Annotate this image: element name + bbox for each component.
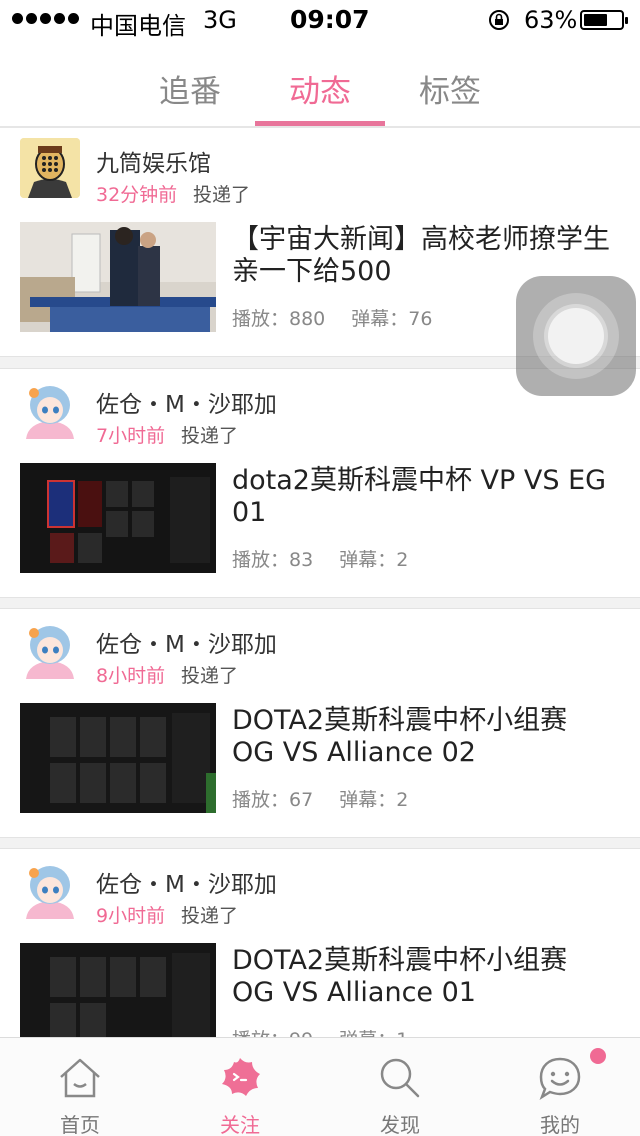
video-title-line: 01 (232, 497, 267, 528)
danmaku-count: 弹幕：76 (351, 308, 433, 330)
signal-strength-icon (12, 13, 79, 24)
nav-discover-label: 发现 (380, 1113, 420, 1136)
tab-tags[interactable]: 标签 (385, 66, 515, 111)
feed-card[interactable]: 佐仓・M・沙耶加 8小时前 投递了 DOTA2莫斯科震中杯小组赛 OG VS A… (0, 608, 640, 838)
video-thumbnail[interactable] (20, 703, 216, 813)
author-name[interactable]: 九筒娱乐馆 (96, 144, 211, 178)
video-stats: 播放：99 弹幕：1 (232, 1025, 434, 1037)
avatar-image (20, 859, 80, 919)
profile-icon (539, 1057, 581, 1101)
video-stats: 播放：67 弹幕：2 (232, 785, 434, 812)
video-thumbnail-image (20, 703, 216, 813)
avatar-image (20, 138, 80, 198)
post-action: 投递了 (181, 425, 239, 447)
avatar[interactable] (20, 138, 80, 198)
status-bar: 中国电信 3G 09:07 63% (0, 0, 640, 40)
nav-profile[interactable]: 我的 (480, 1038, 640, 1136)
activity-feed[interactable]: 九筒娱乐馆 32分钟前 投递了 【宇宙大新闻】高校老师撩学生 亲一下给500 播… (0, 128, 640, 1037)
video-title[interactable]: DOTA2莫斯科震中杯小组赛 OG VS Alliance 02 (232, 705, 628, 769)
home-icon (60, 1058, 100, 1098)
notification-badge (590, 1048, 606, 1064)
post-action: 投递了 (181, 905, 239, 927)
video-title-line: DOTA2莫斯科震中杯小组赛 (232, 705, 568, 736)
top-tab-bar: 追番 动态 标签 (0, 40, 640, 128)
tab-active-indicator (255, 121, 385, 126)
rotation-lock-icon (489, 10, 509, 30)
play-count: 播放：67 (232, 789, 314, 811)
post-time: 9小时前 (96, 905, 166, 927)
video-title[interactable]: DOTA2莫斯科震中杯小组赛 OG VS Alliance 01 (232, 945, 628, 1009)
play-count: 播放：83 (232, 549, 314, 571)
battery-level (584, 14, 607, 26)
avatar[interactable] (20, 619, 80, 679)
video-thumbnail-image (20, 463, 216, 573)
nav-follow-label: 关注 (220, 1113, 260, 1136)
avatar[interactable] (20, 859, 80, 919)
post-action: 投递了 (181, 665, 239, 687)
video-title-line: OG VS Alliance 02 (232, 737, 476, 768)
battery-percentage: 63% (524, 6, 578, 34)
author-name[interactable]: 佐仓・M・沙耶加 (96, 865, 277, 899)
bottom-navigation: 首页 关注 发现 我的 (0, 1037, 640, 1136)
battery-icon (580, 10, 628, 30)
avatar-image (20, 379, 80, 439)
post-time: 7小时前 (96, 425, 166, 447)
search-icon (380, 1058, 420, 1098)
video-stats: 播放：83 弹幕：2 (232, 545, 434, 572)
assistive-touch-core (548, 308, 604, 364)
carrier-name: 中国电信 (90, 12, 186, 40)
video-title[interactable]: dota2莫斯科震中杯 VP VS EG 01 (232, 465, 628, 529)
nav-home-label: 首页 (60, 1113, 100, 1136)
video-thumbnail[interactable] (20, 943, 216, 1037)
video-thumbnail[interactable] (20, 463, 216, 573)
danmaku-count: 弹幕：1 (339, 1029, 408, 1037)
author-name[interactable]: 佐仓・M・沙耶加 (96, 625, 277, 659)
danmaku-count: 弹幕：2 (339, 549, 409, 571)
nav-follow[interactable]: 关注 (160, 1038, 320, 1136)
play-count: 播放：880 (232, 308, 326, 330)
avatar[interactable] (20, 379, 80, 439)
avatar-image (20, 619, 80, 679)
video-thumbnail[interactable] (20, 222, 216, 332)
play-count: 播放：99 (232, 1029, 313, 1037)
nav-profile-label: 我的 (540, 1113, 580, 1136)
tab-activity[interactable]: 动态 (255, 66, 385, 111)
nav-discover[interactable]: 发现 (320, 1038, 480, 1136)
video-thumbnail-image (20, 222, 216, 332)
tab-following-anime[interactable]: 追番 (125, 66, 255, 111)
post-time: 32分钟前 (96, 184, 178, 206)
video-thumbnail-image (20, 943, 216, 1037)
post-action: 投递了 (193, 184, 251, 206)
nav-home[interactable]: 首页 (0, 1038, 160, 1136)
video-title-line: dota2莫斯科震中杯 VP VS EG (232, 465, 607, 496)
author-name[interactable]: 佐仓・M・沙耶加 (96, 385, 277, 419)
feed-card[interactable]: 佐仓・M・沙耶加 7小时前 投递了 dota2莫斯科震中杯 VP VS EG 0… (0, 368, 640, 598)
status-time: 09:07 (290, 5, 370, 34)
video-title-line: 【宇宙大新闻】高校老师撩学生 (232, 224, 610, 255)
video-stats: 播放：880 弹幕：76 (232, 304, 458, 331)
danmaku-count: 弹幕：2 (339, 789, 409, 811)
feed-card[interactable]: 佐仓・M・沙耶加 9小时前 投递了 DOTA2莫斯科震中杯小组赛 OG VS A… (0, 848, 640, 1037)
assistive-touch-button[interactable] (516, 276, 636, 396)
video-title-line: OG VS Alliance 01 (232, 977, 476, 1008)
video-title-line: DOTA2莫斯科震中杯小组赛 (232, 945, 568, 976)
network-type: 3G (203, 6, 237, 34)
follow-icon (222, 1058, 260, 1096)
post-time: 8小时前 (96, 665, 166, 687)
